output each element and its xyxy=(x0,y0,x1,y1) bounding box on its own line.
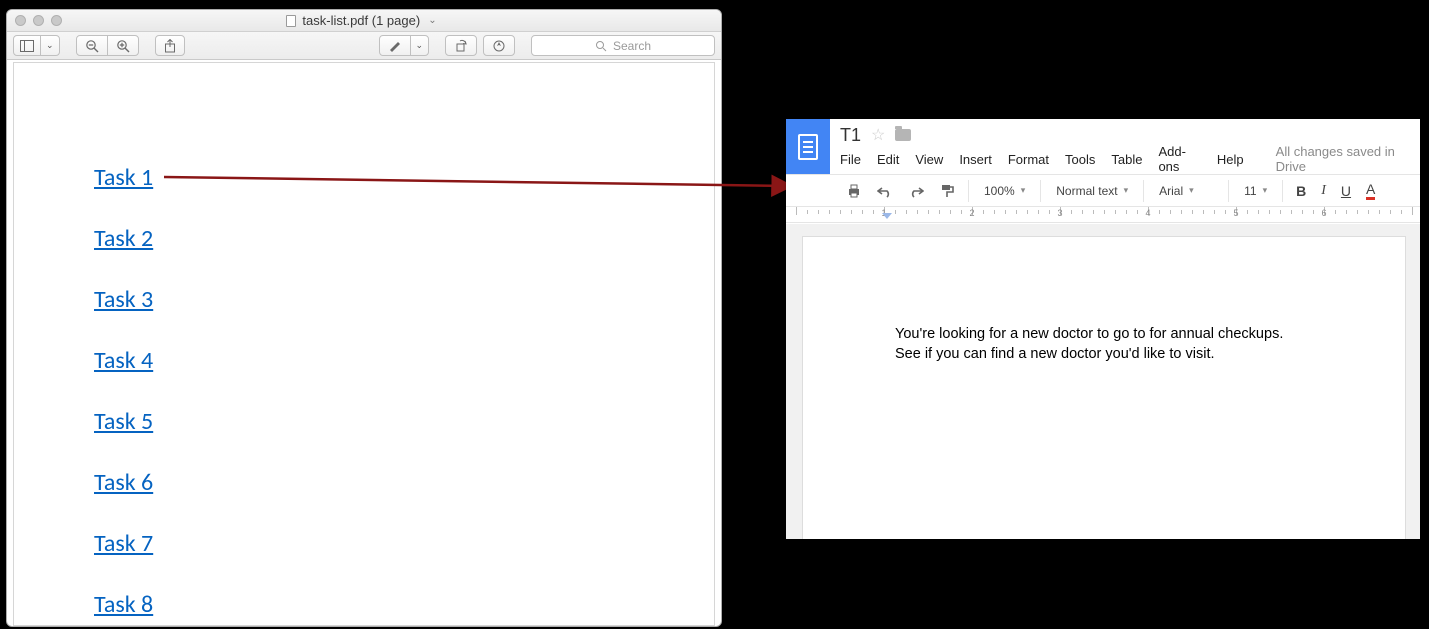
window-title-wrap: task-list.pdf (1 page) ⌄ xyxy=(62,13,661,28)
task-link-1[interactable]: Task 1 xyxy=(94,163,153,192)
gdocs-header: T1 ☆ File Edit View Insert Format Tools … xyxy=(786,119,1420,174)
zoom-in-button[interactable] xyxy=(107,35,139,56)
preview-window: task-list.pdf (1 page) ⌄ ⌄ ⌄ xyxy=(6,9,722,627)
chevron-down-icon: ▾ xyxy=(1263,185,1268,196)
menu-view[interactable]: View xyxy=(915,152,943,167)
sidebar-menu-button[interactable]: ⌄ xyxy=(40,35,60,56)
zoom-value: 100% xyxy=(984,184,1015,198)
markup-toolbar-button[interactable] xyxy=(483,35,515,56)
menu-addons[interactable]: Add-ons xyxy=(1158,144,1200,174)
menu-format[interactable]: Format xyxy=(1008,152,1049,167)
zoom-window-button[interactable] xyxy=(51,15,62,26)
rotate-button[interactable] xyxy=(445,35,477,56)
ruler-number: 6 xyxy=(1321,208,1326,218)
gdocs-ruler[interactable]: 123456 xyxy=(786,207,1420,223)
undo-button[interactable] xyxy=(871,179,899,203)
italic-button[interactable]: I xyxy=(1315,179,1332,203)
task-link-7[interactable]: Task 7 xyxy=(94,529,153,558)
document-body-line-2: See if you can find a new doctor you'd l… xyxy=(895,345,1313,365)
docs-icon xyxy=(798,134,818,160)
chevron-down-icon: ▾ xyxy=(1189,185,1194,196)
ruler-number: 5 xyxy=(1233,208,1238,218)
ruler-number: 2 xyxy=(969,208,974,218)
font-size-select[interactable]: 11 ▾ xyxy=(1236,179,1275,203)
zoom-select[interactable]: 100% ▾ xyxy=(976,179,1033,203)
gdocs-logo[interactable] xyxy=(786,119,830,174)
paragraph-style-value: Normal text xyxy=(1056,184,1117,198)
menu-file[interactable]: File xyxy=(840,152,861,167)
task-link-5[interactable]: Task 5 xyxy=(94,407,153,436)
menu-help[interactable]: Help xyxy=(1217,152,1244,167)
menu-table[interactable]: Table xyxy=(1111,152,1142,167)
move-folder-icon[interactable] xyxy=(895,129,911,141)
bold-button[interactable]: B xyxy=(1290,179,1312,203)
print-button[interactable] xyxy=(840,179,868,203)
search-icon xyxy=(595,40,607,52)
task-link-8[interactable]: Task 8 xyxy=(94,590,153,619)
font-size-value: 11 xyxy=(1244,184,1256,198)
document-body-line-1: You're looking for a new doctor to go to… xyxy=(895,325,1313,345)
task-link-2[interactable]: Task 2 xyxy=(94,224,153,253)
gdocs-page[interactable]: You're looking for a new doctor to go to… xyxy=(802,236,1406,539)
markup-pen-button[interactable] xyxy=(379,35,411,56)
chevron-down-icon: ▾ xyxy=(1021,185,1026,196)
gdocs-canvas: You're looking for a new doctor to go to… xyxy=(786,224,1420,539)
pdf-page: Task 1 Task 2 Task 3 Task 4 Task 5 Task … xyxy=(13,62,715,626)
document-icon xyxy=(286,15,296,27)
window-controls xyxy=(7,15,62,26)
preview-search-input[interactable]: Search xyxy=(531,35,715,56)
title-dropdown-icon[interactable]: ⌄ xyxy=(428,15,436,26)
ruler-indent-marker[interactable] xyxy=(882,213,892,219)
ruler-number: 3 xyxy=(1057,208,1062,218)
share-button[interactable] xyxy=(155,35,185,56)
font-family-value: Arial xyxy=(1159,184,1183,198)
menu-edit[interactable]: Edit xyxy=(877,152,899,167)
task-link-6[interactable]: Task 6 xyxy=(94,468,153,497)
gdocs-toolbar: 100% ▾ Normal text ▾ Arial ▾ 11 ▾ B I U A xyxy=(786,174,1420,207)
window-title: task-list.pdf (1 page) xyxy=(302,13,420,28)
preview-toolbar: ⌄ ⌄ Search xyxy=(7,32,721,60)
close-window-button[interactable] xyxy=(15,15,26,26)
task-link-3[interactable]: Task 3 xyxy=(94,285,153,314)
text-color-glyph: A xyxy=(1366,182,1375,200)
paint-format-button[interactable] xyxy=(933,179,961,203)
save-status: All changes saved in Drive xyxy=(1276,144,1410,174)
menu-tools[interactable]: Tools xyxy=(1065,152,1095,167)
redo-button[interactable] xyxy=(902,179,930,203)
menu-insert[interactable]: Insert xyxy=(959,152,992,167)
document-title[interactable]: T1 xyxy=(840,125,861,146)
ruler-number: 4 xyxy=(1145,208,1150,218)
star-icon[interactable]: ☆ xyxy=(871,125,885,145)
task-link-list: Task 1 Task 2 Task 3 Task 4 Task 5 Task … xyxy=(14,63,714,619)
gdocs-menu-bar: File Edit View Insert Format Tools Table… xyxy=(830,147,1420,171)
minimize-window-button[interactable] xyxy=(33,15,44,26)
task-link-4[interactable]: Task 4 xyxy=(94,346,153,375)
markup-pen-menu-button[interactable]: ⌄ xyxy=(410,35,430,56)
search-placeholder: Search xyxy=(613,39,651,53)
preview-titlebar: task-list.pdf (1 page) ⌄ xyxy=(7,10,721,32)
zoom-out-button[interactable] xyxy=(76,35,108,56)
font-family-select[interactable]: Arial ▾ xyxy=(1151,179,1221,203)
text-color-button[interactable]: A xyxy=(1360,179,1381,203)
paragraph-style-select[interactable]: Normal text ▾ xyxy=(1048,179,1136,203)
underline-button[interactable]: U xyxy=(1335,179,1357,203)
chevron-down-icon: ▾ xyxy=(1124,185,1129,196)
sidebar-toggle-button[interactable] xyxy=(13,35,41,56)
gdocs-window: T1 ☆ File Edit View Insert Format Tools … xyxy=(786,119,1420,539)
